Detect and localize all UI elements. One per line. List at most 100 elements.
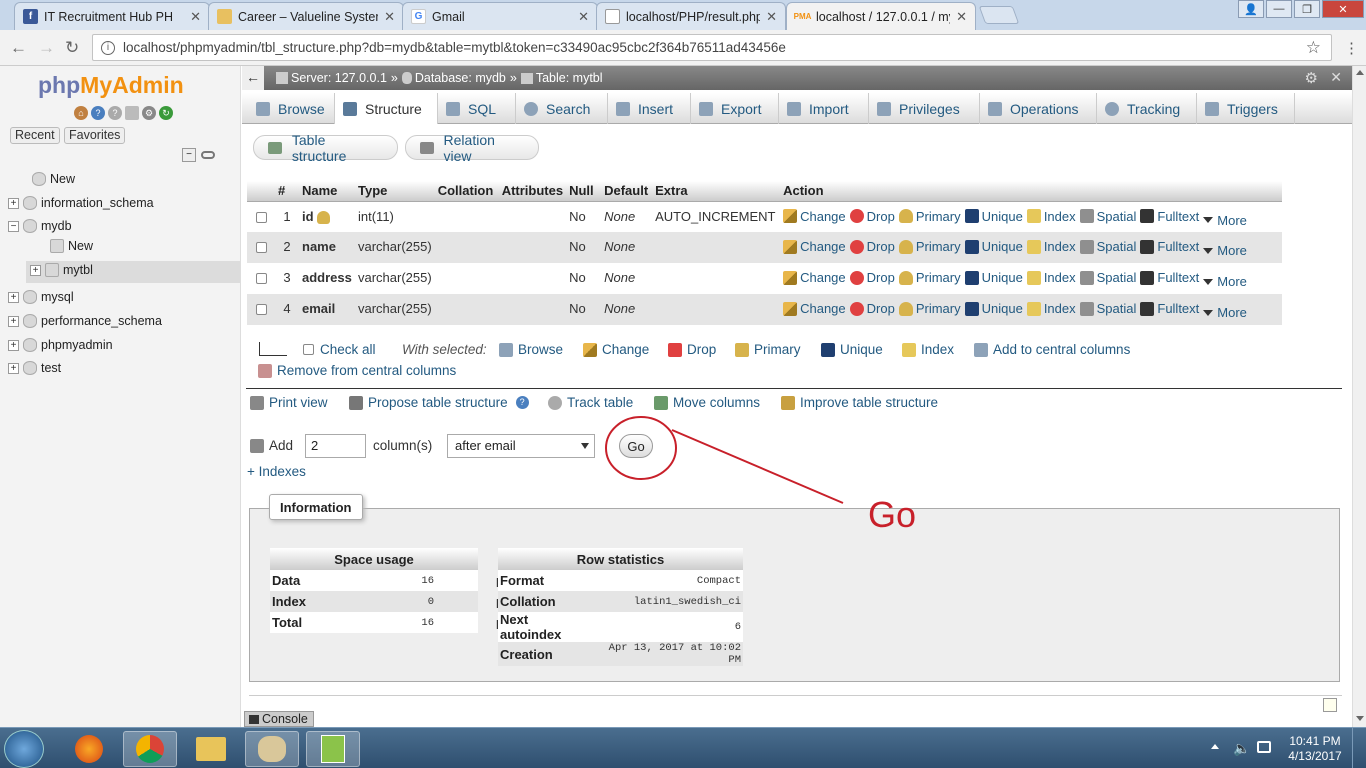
unique-action[interactable]: Unique xyxy=(964,239,1023,254)
indexes-toggle-link[interactable]: + Indexes xyxy=(247,464,306,479)
panel-back-icon[interactable]: ← xyxy=(242,66,264,90)
volume-icon[interactable]: 🔈 xyxy=(1233,740,1250,757)
move-columns-link[interactable]: Move columns xyxy=(654,395,760,410)
drop-action[interactable]: Drop xyxy=(849,301,895,316)
row-checkbox[interactable] xyxy=(255,211,267,223)
refresh-icon[interactable]: ↻ xyxy=(159,106,173,120)
browser-tab-3[interactable]: G Gmail ✕ xyxy=(402,2,598,30)
bulk-change-button[interactable]: Change xyxy=(583,342,649,357)
go-button[interactable]: Go xyxy=(619,434,653,458)
tab-search[interactable]: Search xyxy=(516,93,608,124)
tab-import[interactable]: Import xyxy=(779,93,869,124)
fulltext-action[interactable]: Fulltext xyxy=(1140,301,1199,316)
check-all-checkbox[interactable] xyxy=(303,344,314,355)
vertical-scrollbar[interactable] xyxy=(1352,66,1366,727)
tree-item-new-table[interactable]: New xyxy=(50,239,93,253)
primary-action[interactable]: Primary xyxy=(898,301,961,316)
new-tab-button[interactable] xyxy=(978,6,1020,24)
tab-browse[interactable]: Browse xyxy=(248,93,335,124)
more-action[interactable]: More xyxy=(1203,305,1247,320)
browser-tab-1[interactable]: f IT Recruitment Hub PH ✕ xyxy=(14,2,210,30)
console-toggle[interactable]: Console xyxy=(244,711,314,727)
link-icon[interactable] xyxy=(201,151,215,159)
spatial-action[interactable]: Spatial xyxy=(1079,301,1136,316)
spatial-action[interactable]: Spatial xyxy=(1079,239,1136,254)
back-icon[interactable]: ← xyxy=(10,38,27,58)
col-header[interactable]: Extra xyxy=(652,181,781,202)
breadcrumb-database[interactable]: Database: mydb xyxy=(415,71,506,85)
show-desktop-button[interactable] xyxy=(1352,728,1366,768)
browser-menu-icon[interactable]: ⋮ xyxy=(1344,39,1359,57)
forward-icon[interactable]: → xyxy=(38,38,55,58)
primary-action[interactable]: Primary xyxy=(898,270,961,285)
index-action[interactable]: Index xyxy=(1026,239,1076,254)
col-header[interactable]: Type xyxy=(355,181,435,202)
bookmark-star-icon[interactable]: ☆ xyxy=(1306,38,1321,58)
col-header[interactable]: Collation xyxy=(434,181,499,202)
logout-icon[interactable]: ? xyxy=(91,106,105,120)
tab-sql[interactable]: SQL xyxy=(438,93,516,124)
index-action[interactable]: Index xyxy=(1026,270,1076,285)
primary-action[interactable]: Primary xyxy=(898,239,961,254)
spatial-action[interactable]: Spatial xyxy=(1079,270,1136,285)
firefox-icon[interactable] xyxy=(62,731,116,767)
breadcrumb-server[interactable]: Server: 127.0.0.1 xyxy=(291,71,387,85)
url-field[interactable]: i localhost/phpmyadmin/tbl_structure.php… xyxy=(92,34,1332,61)
bulk-browse-button[interactable]: Browse xyxy=(499,342,563,357)
change-action[interactable]: Change xyxy=(783,209,846,224)
bulk-index-button[interactable]: Index xyxy=(902,342,954,357)
restore-button[interactable]: ❐ xyxy=(1294,0,1320,18)
browser-tab-2[interactable]: Career – Valueline Systems ✕ xyxy=(208,2,404,30)
phpmyadmin-logo[interactable]: phpMyAdmin xyxy=(38,72,184,99)
row-checkbox[interactable] xyxy=(255,304,267,315)
expand-icon[interactable]: + xyxy=(8,362,19,374)
window-close-button[interactable]: ✕ xyxy=(1322,0,1364,18)
drop-action[interactable]: Drop xyxy=(849,239,895,254)
notification-icon[interactable] xyxy=(1323,698,1337,712)
close-icon[interactable]: ✕ xyxy=(578,9,589,25)
tree-item-mydb[interactable]: − mydb xyxy=(8,219,72,233)
clock[interactable]: 10:41 PM 4/13/2017 xyxy=(1285,734,1345,764)
browser-tab-4[interactable]: localhost/PHP/result.php ✕ xyxy=(596,2,786,30)
file-explorer-icon[interactable] xyxy=(184,731,238,767)
column-position-select[interactable]: after email xyxy=(447,434,595,458)
paint-icon[interactable] xyxy=(245,731,299,767)
close-icon[interactable]: ✕ xyxy=(190,9,201,25)
network-icon[interactable] xyxy=(1257,741,1271,753)
expand-icon[interactable]: + xyxy=(8,339,19,351)
change-action[interactable]: Change xyxy=(783,270,846,285)
tab-privileges[interactable]: Privileges xyxy=(869,93,980,124)
help-icon[interactable]: ? xyxy=(515,396,529,409)
expand-icon[interactable]: + xyxy=(8,315,19,327)
bulk-drop-button[interactable]: Drop xyxy=(668,342,716,357)
col-header[interactable]: Name xyxy=(299,181,355,202)
gear-icon[interactable]: ⚙ xyxy=(1305,69,1318,87)
drop-action[interactable]: Drop xyxy=(849,209,895,224)
unique-action[interactable]: Unique xyxy=(964,301,1023,316)
spatial-action[interactable]: Spatial xyxy=(1079,209,1136,224)
notepad-plus-icon[interactable] xyxy=(306,731,360,767)
track-table-link[interactable]: Track table xyxy=(548,395,633,410)
tree-item-new[interactable]: New xyxy=(32,172,75,186)
improve-structure-link[interactable]: Improve table structure xyxy=(781,395,938,410)
add-central-columns-button[interactable]: Add to central columns xyxy=(974,342,1130,357)
tree-item-mytbl[interactable]: + mytbl xyxy=(30,263,93,277)
minimize-button[interactable]: — xyxy=(1266,0,1292,18)
close-icon[interactable]: ✕ xyxy=(384,9,395,25)
tree-item-performance-schema[interactable]: + performance_schema xyxy=(8,314,162,328)
unique-action[interactable]: Unique xyxy=(964,209,1023,224)
tab-export[interactable]: Export xyxy=(691,93,779,124)
tab-triggers[interactable]: Triggers xyxy=(1197,93,1295,124)
home-icon[interactable]: ⌂ xyxy=(74,106,88,120)
fulltext-action[interactable]: Fulltext xyxy=(1140,239,1199,254)
reload-icon[interactable]: ↻ xyxy=(65,38,79,58)
more-action[interactable]: More xyxy=(1203,274,1247,289)
favorites-button[interactable]: Favorites xyxy=(64,127,126,144)
col-header[interactable]: Attributes xyxy=(498,181,567,202)
scroll-down-icon[interactable] xyxy=(1356,716,1364,721)
tab-tracking[interactable]: Tracking xyxy=(1097,93,1197,124)
collapse-all-icon[interactable]: − xyxy=(182,148,196,162)
tab-insert[interactable]: Insert xyxy=(608,93,691,124)
tree-item-phpmyadmin[interactable]: + phpmyadmin xyxy=(8,338,113,352)
expand-icon[interactable]: + xyxy=(8,291,19,303)
